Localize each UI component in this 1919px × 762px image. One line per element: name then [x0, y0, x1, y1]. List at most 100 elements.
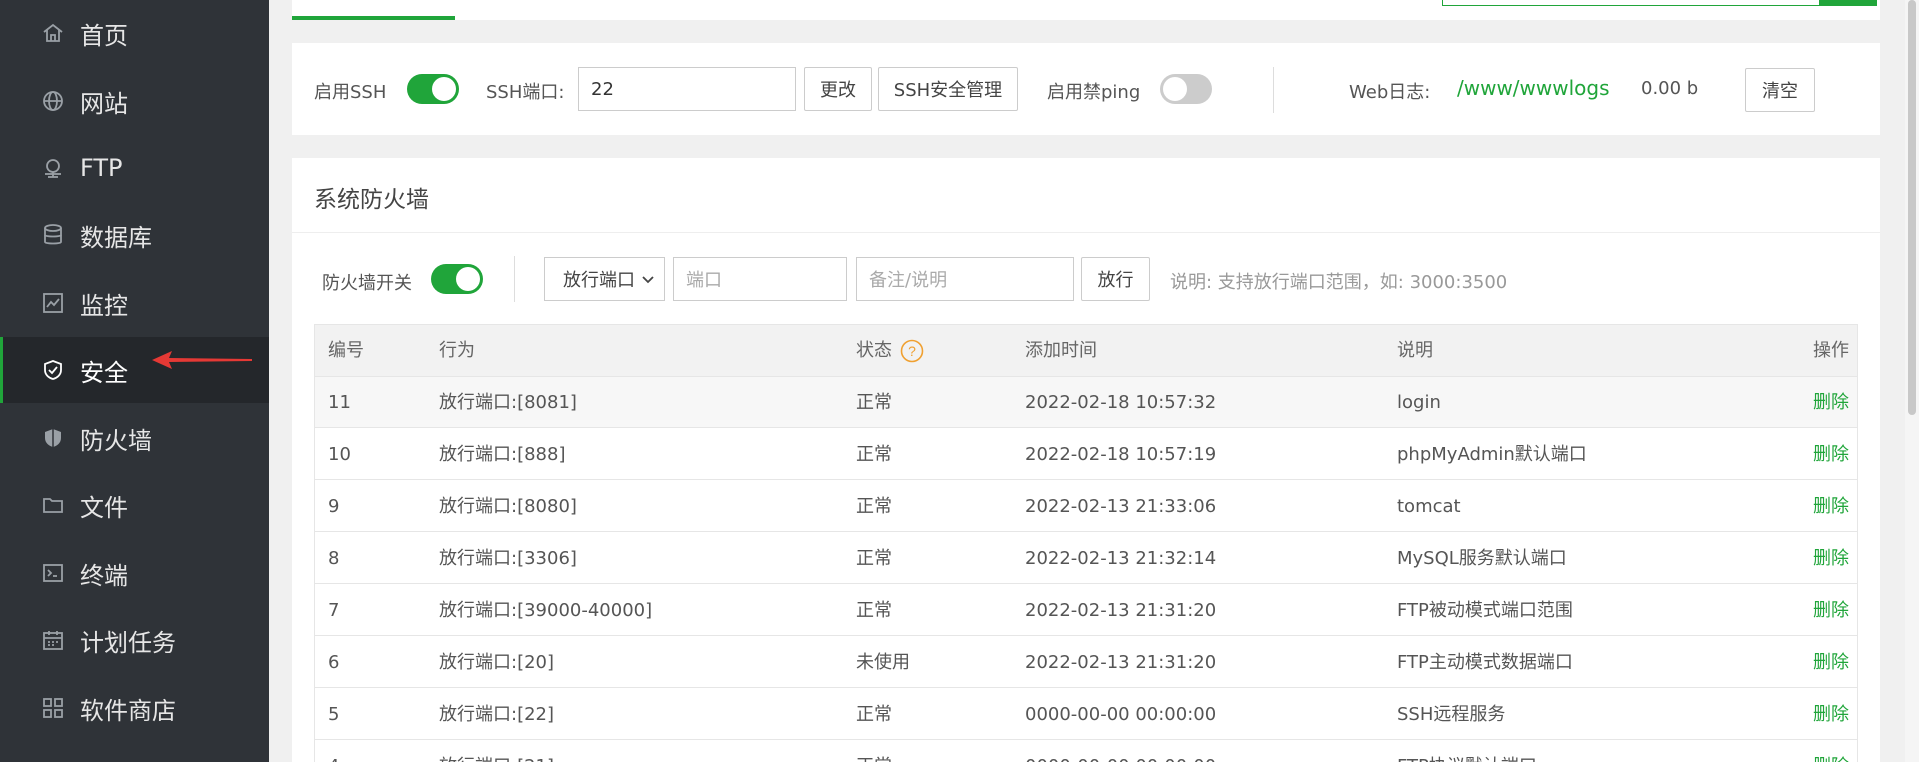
red-arrow-annotation-icon: [152, 351, 252, 369]
cell-note: SSH远程服务: [1397, 704, 1506, 725]
folder-icon: [41, 493, 65, 517]
sidebar-item-label: 数据库: [80, 223, 152, 252]
delete-rule-button[interactable]: 删除: [1813, 637, 1857, 688]
clear-log-button[interactable]: 清空: [1745, 68, 1815, 112]
sidebar-item-label: 监控: [80, 291, 128, 320]
disable-ping-toggle[interactable]: [1160, 74, 1212, 104]
table-row: 8 放行端口:[3306] 正常 2022-02-13 21:32:14 MySQL服务…: [315, 533, 1857, 584]
sidebar-item-label: 网站: [80, 89, 128, 118]
cell-action: 放行端口:[21]: [439, 741, 554, 762]
home-icon: [41, 21, 65, 45]
search-button[interactable]: [1819, 0, 1877, 6]
sidebar-item-home[interactable]: 首页: [0, 0, 269, 66]
cell-id: 10: [328, 444, 351, 465]
divider: [292, 232, 1880, 233]
vertical-scrollbar[interactable]: [1905, 0, 1919, 762]
change-port-button[interactable]: 更改: [804, 67, 872, 111]
table-row: 10 放行端口:[888] 正常 2022-02-18 10:57:19 phpMyAd…: [315, 429, 1857, 480]
table-row: 5 放行端口:[22] 正常 0000-00-00 00:00:00 SSH远程服务 删除: [315, 689, 1857, 740]
delete-rule-button[interactable]: 删除: [1813, 533, 1857, 584]
delete-rule-button[interactable]: 删除: [1813, 689, 1857, 740]
sidebar-item-label: 安全: [80, 358, 128, 387]
cell-id: 8: [328, 548, 340, 569]
sidebar-item-label: 计划任务: [80, 628, 176, 657]
ssh-enable-toggle[interactable]: [407, 74, 459, 104]
cell-note: FTP主动模式数据端口: [1397, 652, 1573, 673]
delete-rule-button[interactable]: 删除: [1813, 741, 1857, 762]
scrollbar-thumb[interactable]: [1908, 0, 1916, 415]
port-range-hint: 说明: 支持放行端口范围，如: 3000:3500: [1170, 272, 1508, 293]
web-log-label: Web日志:: [1349, 82, 1431, 103]
cell-action: 放行端口:[22]: [439, 704, 555, 725]
column-header-operation: 操作: [1813, 340, 1849, 361]
top-tab-strip: [292, 0, 1880, 20]
ssh-port-input[interactable]: 22: [578, 67, 796, 111]
divider: [1273, 67, 1274, 113]
sidebar-item-app-store[interactable]: 软件商店: [0, 675, 269, 741]
sidebar-item-ftp[interactable]: FTP: [0, 135, 269, 201]
cell-action: 放行端口:[3306]: [439, 548, 577, 569]
divider: [514, 256, 515, 302]
sidebar-item-terminal[interactable]: 终端: [0, 540, 269, 606]
search-input[interactable]: [1442, 0, 1872, 6]
sidebar-item-label: 防火墙: [80, 426, 152, 455]
table-row: 6 放行端口:[20] 未使用 2022-02-13 21:31:20 FTP主动模式数…: [315, 637, 1857, 688]
database-icon: [41, 223, 65, 247]
port-input[interactable]: 端口: [673, 257, 847, 301]
sidebar-item-website[interactable]: 网站: [0, 68, 269, 134]
calendar-icon: [41, 628, 65, 652]
note-input[interactable]: 备注/说明: [856, 257, 1074, 301]
delete-rule-button[interactable]: 删除: [1813, 481, 1857, 532]
active-tab-indicator[interactable]: [292, 16, 455, 20]
sidebar-item-label: 文件: [80, 493, 128, 522]
question-mark-help-icon[interactable]: ?: [900, 339, 924, 363]
cell-note: MySQL服务默认端口: [1397, 548, 1567, 569]
sidebar-item-files[interactable]: 文件: [0, 472, 269, 538]
cell-added-time: 0000-00-00 00:00:00: [1025, 741, 1216, 762]
column-header-action: 行为: [439, 340, 475, 361]
sidebar-item-cron[interactable]: 计划任务: [0, 607, 269, 673]
sidebar-item-label: 首页: [80, 21, 128, 50]
ssh-security-manage-button[interactable]: SSH安全管理: [878, 67, 1018, 111]
ssh-port-label: SSH端口:: [486, 82, 565, 103]
table-row: 9 放行端口:[8080] 正常 2022-02-13 21:33:06 tomcat 删…: [315, 481, 1857, 532]
firewall-shield-icon: [41, 426, 65, 450]
cell-note: FTP协议默认端口: [1397, 741, 1537, 762]
main-content: 启用SSH SSH端口: 22 更改 SSH安全管理 启用禁ping Web日志…: [269, 0, 1919, 762]
terminal-icon: [41, 561, 65, 585]
allow-port-button[interactable]: 放行: [1081, 257, 1150, 301]
sidebar-item-firewall[interactable]: 防火墙: [0, 405, 269, 471]
delete-rule-button[interactable]: 删除: [1813, 377, 1857, 428]
firewall-title: 系统防火墙: [314, 187, 429, 213]
column-header-added-time: 添加时间: [1025, 340, 1097, 361]
rule-type-select[interactable]: 放行端口: [544, 257, 665, 301]
ssh-settings-panel: 启用SSH SSH端口: 22 更改 SSH安全管理 启用禁ping Web日志…: [292, 43, 1880, 135]
firewall-switch-toggle[interactable]: [431, 264, 483, 294]
table-row: 11 放行端口:[8081] 正常 2022-02-18 10:57:32 login 删…: [315, 377, 1857, 428]
web-log-size: 0.00 b: [1641, 78, 1699, 99]
cell-action: 放行端口:[888]: [439, 444, 566, 465]
cell-id: 7: [328, 600, 340, 621]
chevron-down-icon: [642, 276, 654, 284]
cell-note: tomcat: [1397, 496, 1461, 517]
web-log-path-link[interactable]: /www/wwwlogs: [1457, 76, 1610, 100]
rule-type-selected: 放行端口: [563, 270, 635, 291]
delete-rule-button[interactable]: 删除: [1813, 585, 1857, 636]
column-header-id: 编号: [328, 340, 364, 361]
cell-status: 正常: [856, 704, 892, 725]
cell-action: 放行端口:[39000-40000]: [439, 600, 653, 621]
sidebar: 首页 网站 FTP 数据库 监控 安全 防火墙 文件 终端 计划任务 软件商店: [0, 0, 269, 762]
cell-status: 正常: [856, 600, 892, 621]
ftp-icon: [41, 156, 65, 180]
firewall-rules-table: 编号 行为 状态 ? 添加时间 说明 操作 11 放行端口:[8081] 正常 202…: [314, 324, 1858, 762]
sidebar-item-database[interactable]: 数据库: [0, 202, 269, 268]
cell-action: 放行端口:[8080]: [439, 496, 577, 517]
table-row: 4 放行端口:[21] 正常 0000-00-00 00:00:00 FTP协议默认端口…: [315, 741, 1857, 762]
cell-added-time: 2022-02-18 10:57:32: [1025, 392, 1217, 413]
cell-id: 11: [328, 392, 351, 413]
sidebar-item-monitor[interactable]: 监控: [0, 270, 269, 336]
table-header: 编号 行为 状态 ? 添加时间 说明 操作: [315, 325, 1857, 377]
column-header-status: 状态: [856, 340, 892, 361]
cell-status: 未使用: [856, 652, 910, 673]
delete-rule-button[interactable]: 删除: [1813, 429, 1857, 480]
